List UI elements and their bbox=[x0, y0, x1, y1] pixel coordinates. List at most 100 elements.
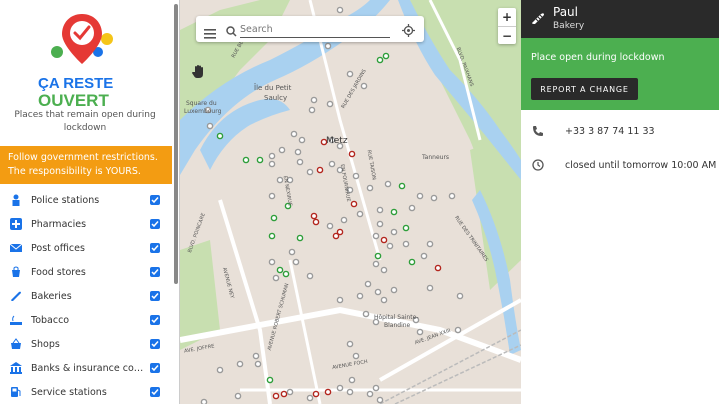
category-shops[interactable]: Shops bbox=[0, 332, 172, 356]
place-marker[interactable] bbox=[272, 274, 280, 282]
place-marker[interactable] bbox=[384, 180, 392, 188]
place-marker[interactable] bbox=[366, 390, 374, 398]
place-marker[interactable] bbox=[286, 388, 294, 396]
place-marker[interactable] bbox=[366, 184, 374, 192]
place-marker[interactable] bbox=[352, 172, 360, 180]
place-marker[interactable] bbox=[376, 220, 384, 228]
category-police[interactable]: Police stations bbox=[0, 188, 172, 212]
place-marker[interactable] bbox=[376, 56, 384, 64]
place-marker[interactable] bbox=[306, 168, 314, 176]
place-marker[interactable] bbox=[308, 106, 316, 114]
place-marker[interactable] bbox=[430, 194, 438, 202]
place-marker[interactable] bbox=[416, 192, 424, 200]
place-marker[interactable] bbox=[200, 398, 208, 404]
place-marker[interactable] bbox=[268, 258, 276, 266]
place-marker[interactable] bbox=[296, 234, 304, 242]
place-marker[interactable] bbox=[234, 392, 242, 400]
place-marker[interactable] bbox=[266, 376, 274, 384]
place-marker[interactable] bbox=[364, 280, 372, 288]
place-marker[interactable] bbox=[242, 156, 250, 164]
checkbox-checked-icon[interactable] bbox=[150, 291, 160, 301]
checkbox-checked-icon[interactable] bbox=[150, 267, 160, 277]
category-pharmacies[interactable]: Pharmacies bbox=[0, 212, 172, 236]
place-marker[interactable] bbox=[408, 204, 416, 212]
place-marker[interactable] bbox=[380, 296, 388, 304]
place-marker[interactable] bbox=[352, 352, 360, 360]
place-marker[interactable] bbox=[356, 210, 364, 218]
place-marker[interactable] bbox=[256, 156, 264, 164]
checkbox-checked-icon[interactable] bbox=[150, 195, 160, 205]
place-marker[interactable] bbox=[374, 252, 382, 260]
place-markers[interactable] bbox=[180, 0, 521, 404]
sidebar-scrollbar[interactable] bbox=[174, 4, 178, 284]
place-marker[interactable] bbox=[216, 366, 224, 374]
place-marker[interactable] bbox=[252, 352, 260, 360]
place-marker[interactable] bbox=[312, 390, 320, 398]
place-marker[interactable] bbox=[306, 272, 314, 280]
place-marker[interactable] bbox=[380, 266, 388, 274]
checkbox-checked-icon[interactable] bbox=[150, 219, 160, 229]
place-marker[interactable] bbox=[310, 96, 318, 104]
category-post-offices[interactable]: Post offices bbox=[0, 236, 172, 260]
place-marker[interactable] bbox=[282, 270, 290, 278]
checkbox-checked-icon[interactable] bbox=[150, 363, 160, 373]
place-marker[interactable] bbox=[336, 228, 344, 236]
place-marker[interactable] bbox=[362, 310, 370, 318]
place-marker[interactable] bbox=[294, 148, 302, 156]
place-marker[interactable] bbox=[374, 288, 382, 296]
place-marker[interactable] bbox=[312, 218, 320, 226]
checkbox-checked-icon[interactable] bbox=[150, 387, 160, 397]
place-marker[interactable] bbox=[416, 328, 424, 336]
place-marker[interactable] bbox=[216, 132, 224, 140]
place-marker[interactable] bbox=[348, 376, 356, 384]
place-marker[interactable] bbox=[350, 200, 358, 208]
place-marker[interactable] bbox=[372, 260, 380, 268]
place-marker[interactable] bbox=[336, 296, 344, 304]
zoom-in-button[interactable]: + bbox=[498, 8, 516, 26]
place-marker[interactable] bbox=[356, 292, 364, 300]
menu-icon[interactable] bbox=[204, 24, 216, 43]
checkbox-checked-icon[interactable] bbox=[150, 315, 160, 325]
category-food-stores[interactable]: Food stores bbox=[0, 260, 172, 284]
place-marker[interactable] bbox=[426, 284, 434, 292]
place-marker[interactable] bbox=[296, 158, 304, 166]
place-marker[interactable] bbox=[434, 264, 442, 272]
place-marker[interactable] bbox=[268, 152, 276, 160]
map[interactable]: Île du Petit Saulcy Square du Luxembourg… bbox=[180, 0, 521, 404]
place-marker[interactable] bbox=[280, 390, 288, 398]
place-marker[interactable] bbox=[386, 242, 394, 250]
place-marker[interactable] bbox=[290, 130, 298, 138]
place-marker[interactable] bbox=[372, 384, 380, 392]
checkbox-checked-icon[interactable] bbox=[150, 339, 160, 349]
place-marker[interactable] bbox=[254, 360, 262, 368]
pan-hand-icon[interactable] bbox=[192, 64, 204, 83]
place-marker[interactable] bbox=[326, 100, 334, 108]
place-marker[interactable] bbox=[324, 42, 332, 50]
place-marker[interactable] bbox=[278, 146, 286, 154]
place-marker[interactable] bbox=[372, 232, 380, 240]
checkbox-checked-icon[interactable] bbox=[150, 243, 160, 253]
place-marker[interactable] bbox=[272, 392, 280, 400]
place-marker[interactable] bbox=[326, 222, 334, 230]
place-marker[interactable] bbox=[402, 240, 410, 248]
place-marker[interactable] bbox=[324, 388, 332, 396]
report-change-button[interactable]: REPORT A CHANGE bbox=[531, 78, 638, 100]
place-marker[interactable] bbox=[408, 258, 416, 266]
place-marker[interactable] bbox=[316, 166, 324, 174]
search-input[interactable] bbox=[240, 20, 390, 38]
place-marker[interactable] bbox=[276, 266, 284, 274]
place-marker[interactable] bbox=[206, 122, 214, 130]
place-marker[interactable] bbox=[390, 286, 398, 294]
place-marker[interactable] bbox=[346, 340, 354, 348]
place-marker[interactable] bbox=[454, 326, 462, 334]
place-marker[interactable] bbox=[420, 252, 428, 260]
place-marker[interactable] bbox=[398, 182, 406, 190]
place-marker[interactable] bbox=[336, 384, 344, 392]
place-marker[interactable] bbox=[348, 150, 356, 158]
place-marker[interactable] bbox=[306, 394, 314, 402]
place-marker[interactable] bbox=[390, 208, 398, 216]
place-marker[interactable] bbox=[268, 160, 276, 168]
locate-icon[interactable] bbox=[402, 22, 415, 41]
category-banks[interactable]: Banks & insurance com... bbox=[0, 356, 172, 380]
place-marker[interactable] bbox=[456, 292, 464, 300]
